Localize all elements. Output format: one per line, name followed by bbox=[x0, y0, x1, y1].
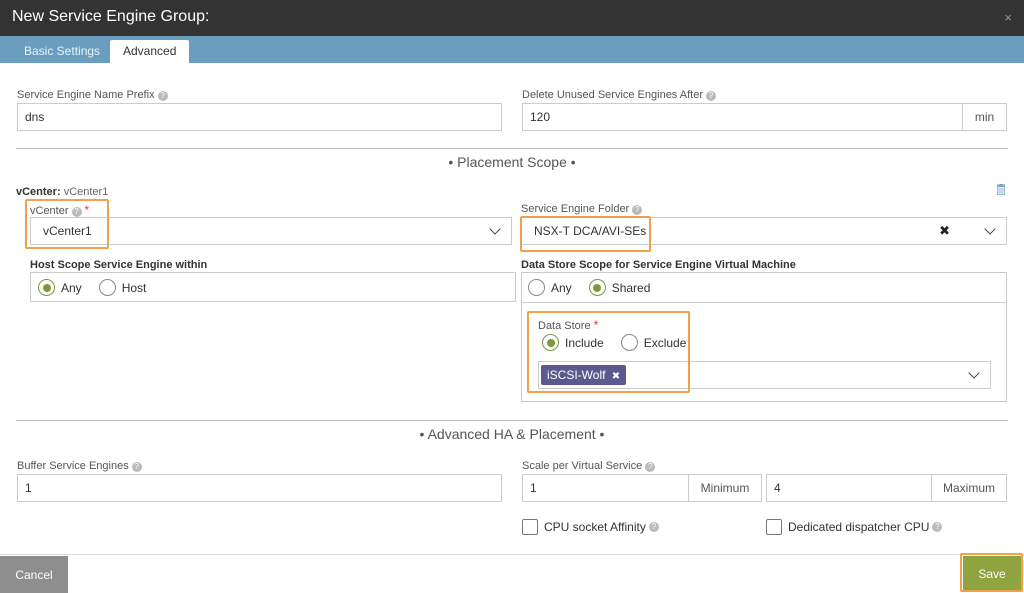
datastore-exclude[interactable]: Exclude bbox=[620, 334, 686, 351]
host-scope-radios: Any Host bbox=[38, 279, 163, 296]
modal-title: New Service Engine Group: bbox=[12, 8, 210, 25]
se-folder-select[interactable]: NSX-T DCA/AVI-SEs ✖ bbox=[521, 217, 1007, 245]
host-scope-label: Host Scope Service Engine within bbox=[30, 259, 208, 271]
chevron-down-icon bbox=[968, 367, 980, 379]
advanced-ha-title: • Advanced HA & Placement • bbox=[16, 420, 1008, 442]
clear-icon[interactable]: ✖ bbox=[939, 218, 950, 244]
help-icon[interactable]: ? bbox=[645, 462, 656, 472]
delete-unused-input[interactable]: 120 bbox=[522, 103, 963, 131]
help-icon[interactable]: ? bbox=[157, 91, 168, 101]
se-folder-label: Service Engine Folder? bbox=[521, 203, 643, 215]
delete-unused-label: Delete Unused Service Engines After? bbox=[522, 89, 716, 101]
dedicated-dispatcher-checkbox[interactable] bbox=[766, 519, 782, 535]
host-scope-any[interactable]: Any bbox=[38, 279, 82, 296]
datastore-scope-label: Data Store Scope for Service Engine Virt… bbox=[521, 259, 796, 271]
save-button[interactable]: Save bbox=[963, 556, 1021, 592]
help-icon[interactable]: ? bbox=[932, 522, 943, 532]
tab-bar: Basic Settings Advanced bbox=[0, 36, 1024, 63]
delete-unused-unit: min bbox=[963, 103, 1007, 131]
cpu-socket-affinity[interactable]: CPU socket Affinity? bbox=[522, 519, 659, 535]
required-marker: * bbox=[593, 318, 599, 332]
scale-min-input[interactable]: 1 bbox=[522, 474, 689, 502]
new-service-engine-group-modal: New Service Engine Group: × Basic Settin… bbox=[0, 0, 1024, 593]
tab-basic-settings[interactable]: Basic Settings bbox=[11, 40, 113, 63]
scale-per-vs-label: Scale per Virtual Service? bbox=[522, 460, 656, 472]
modal-header: New Service Engine Group: × bbox=[0, 0, 1024, 36]
vcenter-select[interactable]: vCenter1 bbox=[30, 217, 512, 245]
help-icon[interactable]: ? bbox=[71, 207, 82, 217]
datastore-scope-any[interactable]: Any bbox=[528, 279, 572, 296]
datastore-tag[interactable]: iSCSI-Wolf ✖ bbox=[541, 365, 627, 385]
help-icon[interactable]: ? bbox=[648, 522, 659, 532]
required-marker: * bbox=[84, 203, 90, 217]
datastore-radios: Include Exclude bbox=[542, 334, 703, 351]
placement-scope-title: • Placement Scope • bbox=[16, 148, 1008, 170]
host-scope-box: Any Host bbox=[30, 272, 516, 302]
divider bbox=[522, 302, 1006, 303]
datastore-include[interactable]: Include bbox=[542, 334, 604, 351]
chevron-down-icon bbox=[984, 223, 996, 235]
tab-advanced[interactable]: Advanced bbox=[110, 40, 190, 63]
help-icon[interactable]: ? bbox=[706, 91, 716, 101]
close-icon[interactable]: × bbox=[1004, 10, 1012, 25]
datastore-scope-shared[interactable]: Shared bbox=[588, 279, 650, 296]
dedicated-dispatcher-cpu[interactable]: Dedicated dispatcher CPU? bbox=[766, 519, 943, 535]
host-scope-host[interactable]: Host bbox=[98, 279, 146, 296]
modal-footer: Cancel Save bbox=[0, 554, 1024, 593]
se-name-prefix-input[interactable]: dns bbox=[17, 103, 502, 131]
buffer-se-input[interactable]: 1 bbox=[17, 474, 502, 502]
cpu-socket-affinity-checkbox[interactable] bbox=[522, 519, 538, 535]
cancel-button[interactable]: Cancel bbox=[0, 556, 68, 593]
buffer-se-label: Buffer Service Engines? bbox=[17, 460, 142, 472]
help-icon[interactable]: ? bbox=[632, 205, 643, 215]
scale-max-input[interactable]: 4 bbox=[766, 474, 932, 502]
scale-min-label: Minimum bbox=[689, 474, 762, 502]
vcenter-label: vCenter? * bbox=[30, 203, 90, 217]
remove-tag-icon[interactable]: ✖ bbox=[612, 371, 620, 382]
vcenter-header: vCenter: vCenter1 bbox=[16, 186, 109, 198]
chevron-down-icon bbox=[489, 223, 501, 235]
trash-icon[interactable] bbox=[996, 184, 1006, 195]
datastore-label: Data Store * bbox=[538, 318, 599, 332]
datastore-scope-radios: Any Shared bbox=[528, 279, 667, 296]
help-icon[interactable]: ? bbox=[131, 462, 142, 472]
se-name-prefix-label: Service Engine Name Prefix? bbox=[17, 89, 168, 101]
scale-max-label: Maximum bbox=[932, 474, 1007, 502]
